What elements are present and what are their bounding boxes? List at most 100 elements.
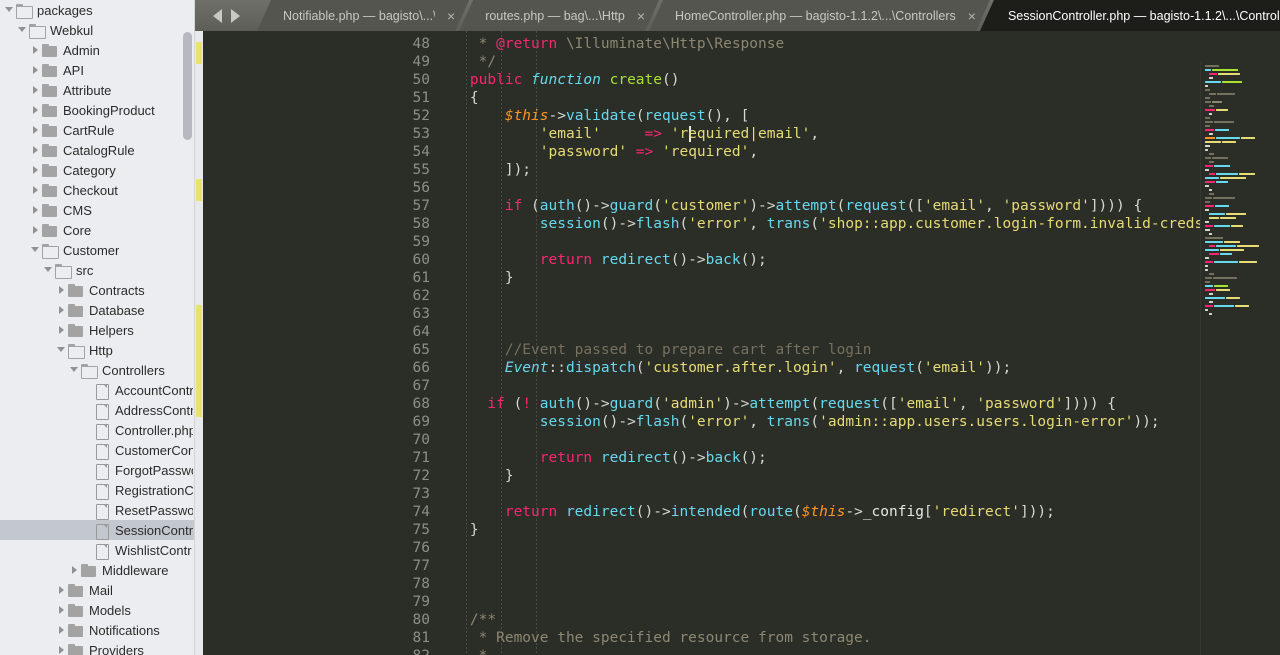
chevron-right-icon[interactable] (56, 300, 68, 320)
code-line[interactable]: ]); (435, 161, 531, 179)
code-line[interactable]: session()->flash('error', trans('admin::… (435, 413, 1160, 431)
code-line[interactable]: /** (435, 611, 496, 629)
editor-tab-1[interactable]: routes.php — bag\...\Http × (459, 0, 659, 31)
tree-item-packages[interactable]: packages (0, 0, 195, 20)
vcs-change-marker[interactable] (196, 179, 202, 201)
code-line[interactable]: } (435, 467, 514, 485)
tree-item-resetpasswor[interactable]: ResetPasswor (0, 500, 195, 520)
code-line[interactable]: { (435, 89, 479, 107)
editor-tab-0[interactable]: Notifiable.php — bagisto\...\Notifi × (257, 0, 469, 31)
close-icon[interactable]: × (968, 9, 976, 23)
tree-item-providers[interactable]: Providers (0, 640, 195, 655)
chevron-down-icon[interactable] (30, 240, 42, 260)
tree-item-customer[interactable]: Customer (0, 240, 195, 260)
sidebar-scrollbar-thumb[interactable] (183, 32, 192, 140)
tree-item-forgotpasswo[interactable]: ForgotPasswo (0, 460, 195, 480)
code-text-area[interactable]: * @return \Illuminate\Http\Response */ p… (435, 31, 1280, 655)
chevron-right-icon[interactable] (56, 580, 68, 600)
chevron-right-icon[interactable] (56, 320, 68, 340)
editor-tab-2[interactable]: HomeController.php — bagisto-1.1.2\...\C… (649, 0, 990, 31)
vcs-change-marker[interactable] (196, 305, 202, 417)
tree-item-registrationc[interactable]: RegistrationC (0, 480, 195, 500)
code-line[interactable]: if (! auth()->guard('admin')->attempt(re… (435, 395, 1116, 413)
tree-item-checkout[interactable]: Checkout (0, 180, 195, 200)
editor-body[interactable]: 48 49 50 51 52 53 54 55 56 57 58 59 60 61 62 63 64 65 66 67… (195, 31, 1280, 655)
chevron-right-icon[interactable] (30, 200, 42, 220)
chevron-down-icon[interactable] (17, 20, 29, 40)
chevron-right-icon[interactable] (56, 600, 68, 620)
project-tree-sidebar[interactable]: packages Webkul Admin API Attribute BookingPr… (0, 0, 195, 655)
tree-item-helpers[interactable]: Helpers (0, 320, 195, 340)
chevron-right-icon[interactable] (30, 80, 42, 100)
code-line[interactable]: return redirect()->intended(route($this-… (435, 503, 1055, 521)
chevron-right-icon[interactable] (30, 100, 42, 120)
chevron-right-icon[interactable] (30, 180, 42, 200)
chevron-down-icon[interactable] (69, 360, 81, 380)
code-line[interactable]: 'email' => 'required|email', (435, 125, 819, 143)
chevron-right-icon[interactable] (56, 620, 68, 640)
chevron-down-icon[interactable] (4, 0, 16, 20)
code-line[interactable]: * Remove the specified resource from sto… (435, 629, 872, 647)
tree-item-controller-php[interactable]: Controller.php (0, 420, 195, 440)
code-line[interactable]: 'password' => 'required', (435, 143, 758, 161)
chevron-right-icon[interactable] (69, 560, 81, 580)
tree-item-core[interactable]: Core (0, 220, 195, 240)
tree-item-attribute[interactable]: Attribute (0, 80, 195, 100)
code-line[interactable]: * @return \Illuminate\Http\Response (435, 35, 785, 53)
code-line[interactable]: */ (435, 53, 496, 71)
tree-item-wishlistcontr[interactable]: WishlistContr (0, 540, 195, 560)
tree-item-customercon[interactable]: CustomerCon (0, 440, 195, 460)
code-line[interactable]: public function create() (435, 71, 680, 89)
code-line[interactable]: session()->flash('error', trans('shop::a… (435, 215, 1238, 233)
tree-item-models[interactable]: Models (0, 600, 195, 620)
tree-item-accountcontr[interactable]: AccountContr (0, 380, 195, 400)
code-line[interactable]: * (435, 647, 488, 655)
code-line[interactable]: $this->validate(request(), [ (435, 107, 749, 125)
tree-item-cartrule[interactable]: CartRule (0, 120, 195, 140)
chevron-right-icon[interactable] (56, 280, 68, 300)
tree-item-webkul[interactable]: Webkul (0, 20, 195, 40)
chevron-right-icon[interactable] (30, 140, 42, 160)
code-line[interactable]: if (auth()->guard('customer')->attempt(r… (435, 197, 1142, 215)
tree-item-src[interactable]: src (0, 260, 195, 280)
tree-item-controllers[interactable]: Controllers (0, 360, 195, 380)
chevron-right-icon[interactable] (30, 160, 42, 180)
tree-item-category[interactable]: Category (0, 160, 195, 180)
sidebar-scrollbar[interactable] (183, 0, 192, 655)
code-line[interactable]: } (435, 521, 479, 539)
tree-item-contracts[interactable]: Contracts (0, 280, 195, 300)
tree-item-database[interactable]: Database (0, 300, 195, 320)
tree-item-cms[interactable]: CMS (0, 200, 195, 220)
tree-item-mail[interactable]: Mail (0, 580, 195, 600)
chevron-right-icon[interactable] (30, 40, 42, 60)
editor-tabs[interactable]: Notifiable.php — bagisto\...\Notifi×rout… (257, 0, 1280, 31)
editor-tab-bar[interactable]: Notifiable.php — bagisto\...\Notifi×rout… (195, 0, 1280, 31)
tree-item-sessioncontr[interactable]: SessionContr (0, 520, 195, 540)
tree-item-bookingproduct[interactable]: BookingProduct (0, 100, 195, 120)
code-line[interactable]: //Event passed to prepare cart after log… (435, 341, 872, 359)
code-line[interactable]: return redirect()->back(); (435, 251, 767, 269)
chevron-right-icon[interactable] (30, 120, 42, 140)
minimap[interactable] (1200, 62, 1280, 655)
arrow-left-icon[interactable] (212, 8, 222, 23)
close-icon[interactable]: × (447, 9, 455, 23)
code-line[interactable]: return redirect()->back(); (435, 449, 767, 467)
tree-item-http[interactable]: Http (0, 340, 195, 360)
editor-tab-3[interactable]: SessionController.php — bagisto-1.1.2\..… (980, 0, 1280, 31)
project-tree[interactable]: packages Webkul Admin API Attribute BookingPr… (0, 0, 195, 655)
chevron-down-icon[interactable] (43, 260, 55, 280)
tab-navigation-buttons[interactable] (195, 0, 257, 31)
chevron-right-icon[interactable] (30, 60, 42, 80)
code-line[interactable]: } (435, 269, 514, 287)
tree-item-notifications[interactable]: Notifications (0, 620, 195, 640)
tree-item-admin[interactable]: Admin (0, 40, 195, 60)
chevron-right-icon[interactable] (30, 220, 42, 240)
vcs-change-marker[interactable] (196, 42, 202, 64)
vcs-change-strip[interactable] (195, 31, 203, 655)
tree-item-catalogrule[interactable]: CatalogRule (0, 140, 195, 160)
chevron-right-icon[interactable] (56, 640, 68, 655)
tree-item-middleware[interactable]: Middleware (0, 560, 195, 580)
arrow-right-icon[interactable] (230, 8, 240, 23)
close-icon[interactable]: × (637, 9, 645, 23)
code-line[interactable]: Event::dispatch('customer.after.login', … (435, 359, 1011, 377)
